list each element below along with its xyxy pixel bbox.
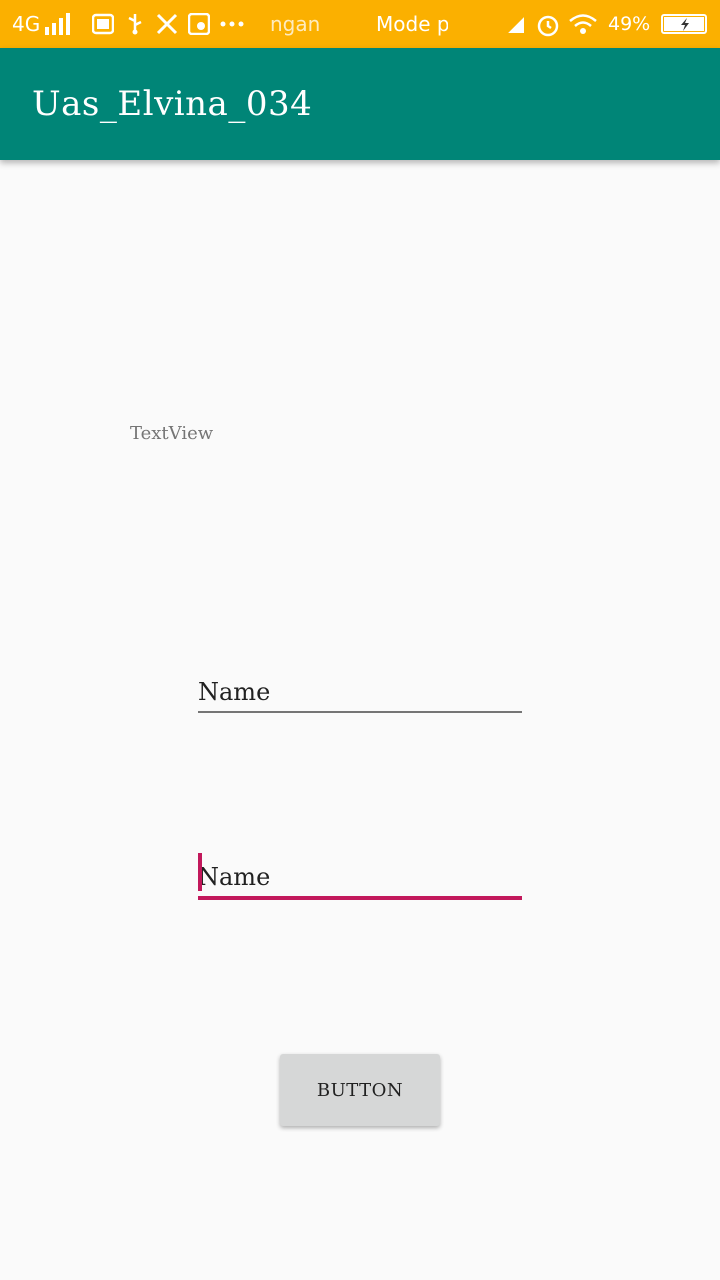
mode-text: Mode p bbox=[376, 12, 448, 36]
app-bar: Uas_Elvina_034 bbox=[0, 48, 720, 160]
sms-icon bbox=[91, 13, 115, 35]
muted-icon bbox=[502, 11, 528, 37]
carrier-text: ngan bbox=[270, 12, 321, 36]
name-field-1-underline bbox=[198, 711, 522, 713]
name-input-2[interactable] bbox=[198, 853, 522, 901]
notification-icons bbox=[91, 0, 244, 48]
app-title: Uas_Elvina_034 bbox=[32, 84, 313, 124]
battery-charging-icon bbox=[660, 13, 710, 35]
name-input-1[interactable] bbox=[198, 668, 522, 716]
network-type: 4G bbox=[12, 12, 41, 36]
usb-icon bbox=[124, 13, 146, 35]
battery-percent: 49% bbox=[608, 13, 651, 35]
alarm-icon bbox=[536, 13, 559, 37]
wifi-icon bbox=[568, 13, 598, 35]
name-field-1[interactable] bbox=[198, 668, 522, 716]
text-view: TextView bbox=[130, 423, 214, 444]
status-bar: 4G ngan Mode p 49% bbox=[0, 0, 720, 48]
text-cursor bbox=[198, 853, 202, 891]
app-icon bbox=[187, 12, 211, 36]
more-dots-icon bbox=[220, 13, 244, 35]
signal-icon bbox=[45, 0, 75, 48]
name-field-2-underline bbox=[198, 896, 522, 900]
system-icons: 49% bbox=[502, 0, 710, 48]
tools-icon bbox=[156, 13, 178, 35]
name-field-2[interactable] bbox=[198, 853, 522, 901]
action-button[interactable]: BUTTON bbox=[280, 1054, 440, 1126]
